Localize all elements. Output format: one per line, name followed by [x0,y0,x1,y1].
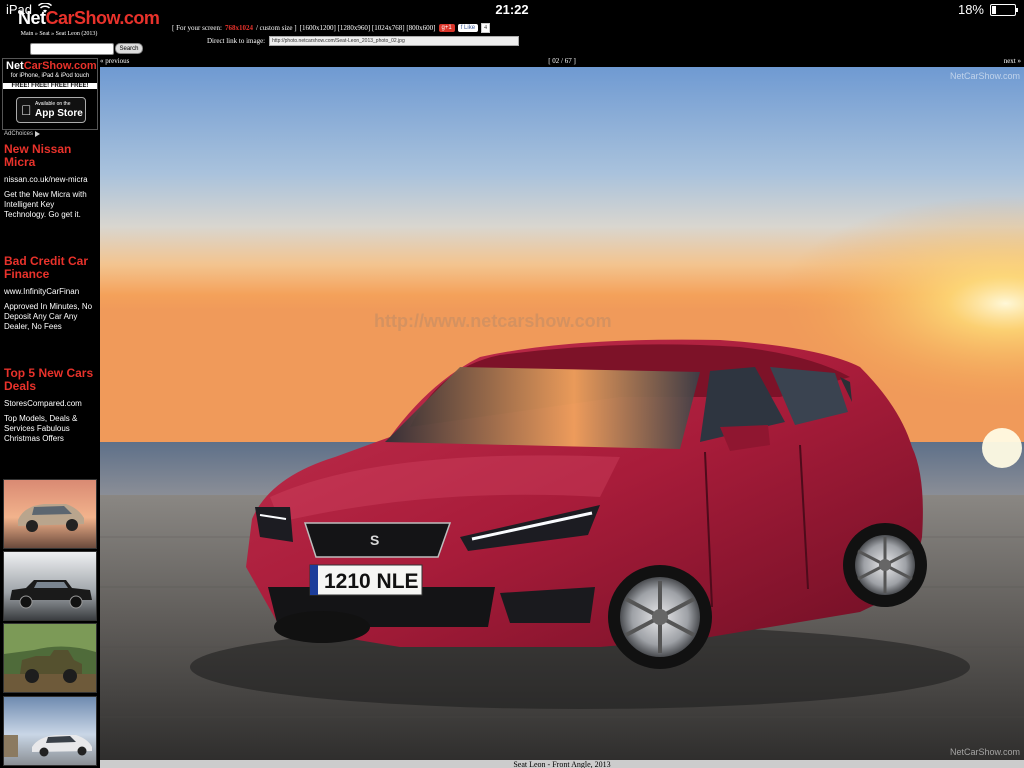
watermark-top: NetCarShow.com [949,71,1020,81]
app-store-badge[interactable]:  Available on the App Store [16,97,86,123]
adchoices-label: AdChoices [4,131,34,137]
license-plate: 1210 NLE [324,570,419,593]
text-ad[interactable]: Bad Credit Car Finance www.InfinityCarFi… [4,255,96,332]
appstore-big-text: App Store [35,108,83,119]
site-logo[interactable]: NetCarShow.com [18,8,160,29]
breadcrumb[interactable]: Main » Seat » Seat Leon (2013) [0,31,118,37]
sizes-prefix: [ For your screen: [172,24,222,32]
battery-percent: 18% [957,2,984,17]
adchoices-icon [35,131,41,137]
size-options-links[interactable]: [1600x1200] [1280x960] [1024x768] [800x6… [300,24,436,32]
related-car-thumbnail[interactable] [3,696,97,766]
ad-headline[interactable]: New Nissan Micra [4,143,96,169]
promo-free-banner: FREE! FREE! FREE! FREE! [3,83,97,89]
google-plus-button[interactable]: g+1 [438,24,455,32]
battery-fill [992,5,996,14]
direct-link-label: Direct link to image: [207,37,266,45]
logo-text-carshow: CarShow.com [45,8,160,28]
ad-headline[interactable]: Bad Credit Car Finance [4,255,96,281]
direct-link-row: Direct link to image: [207,36,520,46]
size-current-link[interactable]: 768x1024 [225,24,253,32]
ad-headline[interactable]: Top 5 New Cars Deals [4,367,96,393]
screen-size-selector: [ For your screen: 768x1024 / custom siz… [172,23,491,33]
logo-text-net: Net [18,8,46,28]
adchoices-link[interactable]: AdChoices [4,131,41,137]
watermark-bottom: NetCarShow.com [949,747,1020,757]
ad-description: Approved In Minutes, No Deposit Any Car … [4,302,93,331]
promo-title: NetCarShow.com [6,60,97,72]
search-input[interactable] [30,43,114,55]
related-car-thumbnail[interactable] [3,479,97,549]
photo-caption: Seat Leon - Front Angle, 2013 [513,761,611,768]
promo-title-carshow: CarShow.com [23,60,97,72]
ad-description: Top Models, Deals & Services Fabulous Ch… [4,414,78,443]
text-ad[interactable]: New Nissan Micra nissan.co.uk/new-micra … [4,143,96,220]
battery-icon [990,3,1018,16]
status-right: 18% [957,2,1018,17]
ad-description: Get the New Micra with Intelligent Key T… [4,190,87,219]
size-custom-link[interactable]: / custom size ] [256,24,297,32]
next-link[interactable]: next » [1004,57,1021,65]
like-count: 4 [481,23,491,33]
related-car-thumbnail[interactable] [3,551,97,621]
svg-text:S: S [370,532,379,548]
center-watermark: http://www.netcarshow.com [374,311,612,331]
promo-title-net: Net [6,60,24,72]
ad-url[interactable]: www.InfinityCarFinan [4,287,96,296]
text-ad[interactable]: Top 5 New Cars Deals StoresCompared.com … [4,367,96,444]
direct-link-field[interactable] [269,36,520,46]
app-promo-banner[interactable]: NetCarShow.com for iPhone, iPad & iPod t… [2,58,98,130]
promo-subtitle: for iPhone, iPad & iPod touch [10,73,90,79]
photo-counter: [ 02 / 67 ] [548,57,576,65]
search-button[interactable]: Search [115,43,143,54]
car-photo[interactable]: S 1210 NLE http://www.netcarshow.com Net… [100,67,1024,760]
related-car-thumbnail[interactable] [3,623,97,693]
facebook-like-button[interactable]: f Like [457,24,479,32]
ad-url[interactable]: StoresCompared.com [4,399,96,408]
appstore-small-text: Available on the [35,101,71,107]
ad-url[interactable]: nissan.co.uk/new-micra [4,175,96,184]
apple-icon:  [21,102,32,118]
